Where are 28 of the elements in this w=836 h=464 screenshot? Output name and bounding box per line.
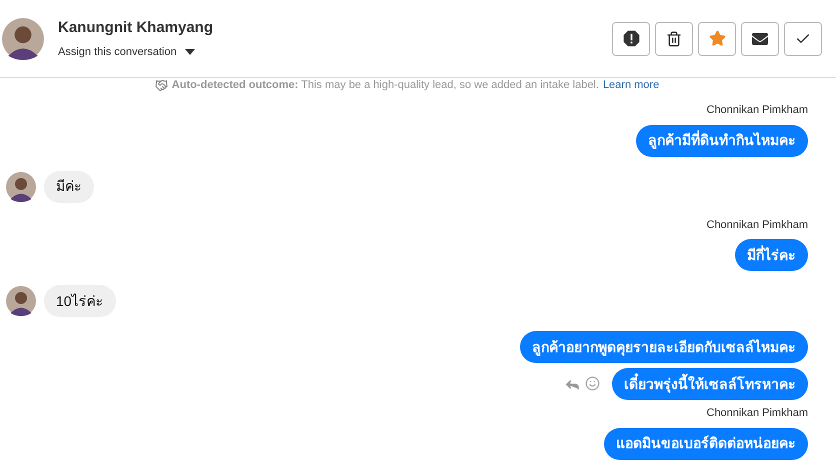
delete-button[interactable] [655, 22, 693, 56]
message-bubble: มีค่ะ [44, 170, 94, 202]
avatar [2, 18, 44, 60]
learn-more-link[interactable]: Learn more [602, 76, 660, 94]
assign-dropdown[interactable]: Assign this conversation [58, 44, 214, 60]
message-bubble: ลูกค้ามีที่ดินทำกินไหมคะ [636, 124, 808, 156]
sender-name: Chonnikan Pimkham [706, 218, 808, 232]
star-icon [708, 30, 726, 47]
sender-name: Chonnikan Pimkham [706, 406, 808, 421]
mail-icon [752, 30, 768, 46]
mail-button[interactable] [741, 22, 779, 56]
spam-button[interactable] [612, 22, 650, 56]
message-bubble: ลูกค้าอยากพูดคุยรายละเอียดกับเซลล์ไหมคะ [520, 331, 808, 363]
contact-name: Kanungnit Khamyang [58, 18, 214, 38]
done-button[interactable] [784, 22, 822, 56]
message-bubble: มีกี่ไร่คะ [735, 239, 808, 271]
star-button[interactable] [698, 22, 736, 56]
avatar [6, 286, 36, 316]
alert-icon [622, 30, 640, 47]
trash-icon [666, 30, 682, 46]
avatar [6, 172, 36, 202]
message-bubble: เดี๋ยวพรุ่งนี้ให้เซลล์โทรหาคะ [612, 368, 808, 400]
smile-icon[interactable] [585, 376, 600, 390]
message-bubble: แอดมินขอเบอร์ติดต่อหน่อยคะ [604, 428, 808, 460]
notice-text: Auto-detected outcome: This may be a high-quality lead, so we added an intake label. [172, 78, 599, 93]
sender-name: Chonnikan Pimkham [706, 103, 808, 118]
handshake-icon [154, 78, 168, 92]
message-bubble: 10ไร่ค่ะ [44, 285, 116, 317]
